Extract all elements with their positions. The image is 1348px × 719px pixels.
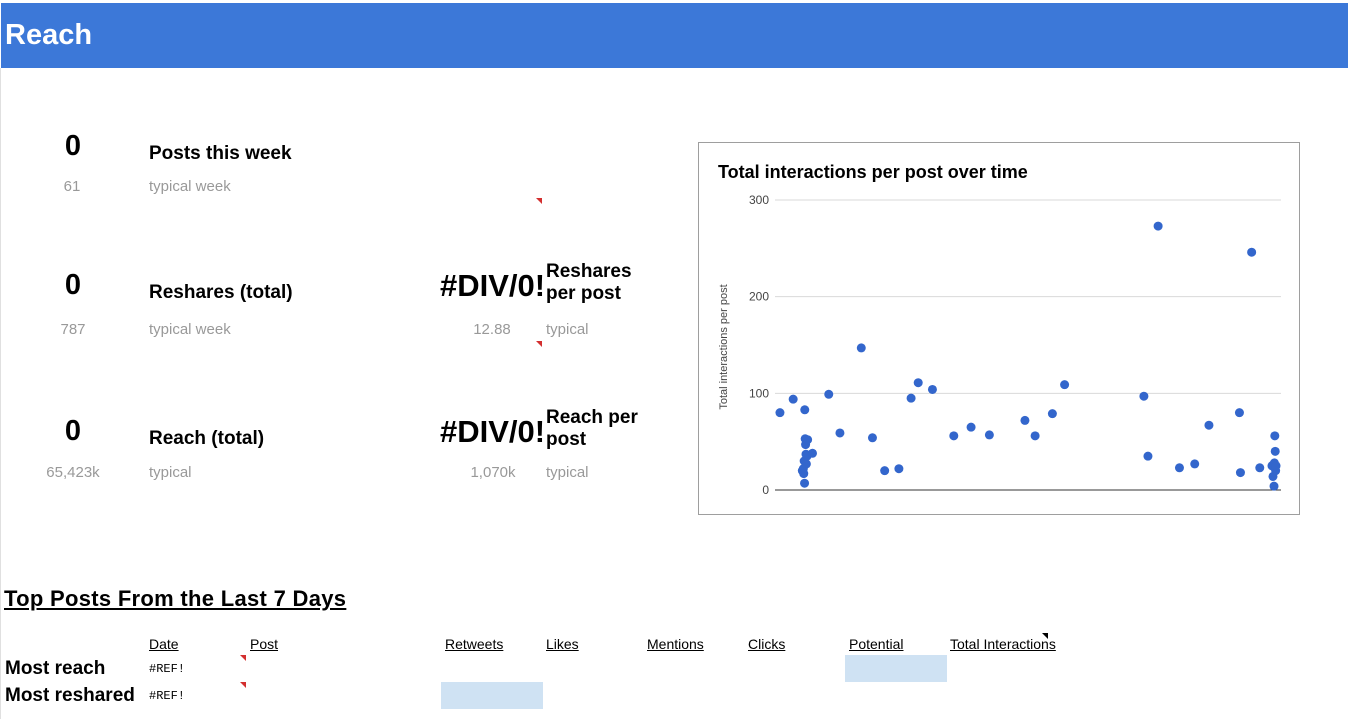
chart-point	[880, 466, 890, 476]
reshares-per-post-typical-label[interactable]: typical	[546, 321, 589, 338]
col-header-post[interactable]: Post	[250, 636, 278, 652]
posts-typical-label[interactable]: typical week	[149, 178, 231, 195]
chart-point	[856, 343, 866, 353]
highlight-cell-potential[interactable]	[845, 655, 947, 682]
chart-point	[1047, 409, 1057, 419]
scatter-chart[interactable]: Total interactions per post over time To…	[698, 142, 1300, 515]
reach-per-post-typical-value[interactable]: 1,070k	[458, 464, 528, 481]
row-label-most-reshared[interactable]: Most reshared	[5, 685, 135, 707]
col-header-potential[interactable]: Potential	[849, 636, 903, 652]
chart-title: Total interactions per post over time	[718, 162, 1028, 182]
chart-point	[1174, 463, 1184, 473]
chart-point	[1139, 391, 1149, 401]
reach-typical-label[interactable]: typical	[149, 464, 192, 481]
chart-point	[1153, 221, 1163, 231]
reshares-per-post-label[interactable]: Reshares per post	[546, 261, 666, 305]
chart-y-tick-label: 200	[749, 290, 769, 304]
chart-point	[1255, 463, 1265, 473]
chart-point	[984, 430, 994, 440]
reach-label[interactable]: Reach (total)	[149, 428, 264, 450]
chart-gridlines	[775, 199, 1281, 491]
reach-per-post-label[interactable]: Reach per post	[546, 407, 666, 451]
row-date-most-reach[interactable]: #REF!	[149, 662, 185, 676]
chart-point	[788, 394, 798, 404]
posts-typical-value[interactable]: 61	[37, 178, 107, 195]
reach-value[interactable]: 0	[43, 415, 103, 448]
chart-y-ticks: 0 100 200 300	[749, 193, 769, 497]
chart-point	[867, 433, 877, 443]
chart-y-axis-label: Total interactions per post	[718, 284, 730, 409]
reshares-per-post-value[interactable]: #DIV/0!	[440, 268, 545, 304]
reach-per-post-typical-label[interactable]: typical	[546, 464, 589, 481]
section-title[interactable]: Top Posts From the Last 7 Days	[4, 586, 346, 612]
chart-point	[800, 478, 810, 488]
chart-canvas: Total interactions per post over time To…	[718, 162, 1281, 497]
comment-marker[interactable]	[240, 655, 246, 661]
reshares-typical-label[interactable]: typical week	[149, 321, 231, 338]
left-gridline	[0, 68, 1, 719]
chart-point	[824, 389, 834, 399]
chart-point	[913, 378, 923, 388]
chart-point	[927, 384, 937, 394]
col-header-retweets[interactable]: Retweets	[445, 636, 503, 652]
chart-points	[775, 221, 1281, 491]
reshares-label[interactable]: Reshares (total)	[149, 282, 293, 304]
header-banner	[1, 3, 1348, 68]
chart-y-tick-label: 300	[749, 193, 769, 207]
chart-point	[1235, 468, 1245, 478]
chart-point	[949, 431, 959, 441]
chart-point	[775, 408, 785, 418]
reach-typical-value[interactable]: 65,423k	[38, 464, 108, 481]
posts-value[interactable]: 0	[43, 130, 103, 163]
chart-point	[835, 428, 845, 438]
comment-marker[interactable]	[240, 682, 246, 688]
row-date-most-reshared[interactable]: #REF!	[149, 689, 185, 703]
chart-point	[803, 435, 813, 445]
chart-point	[801, 459, 811, 469]
chart-point	[800, 405, 810, 415]
chart-point	[1271, 461, 1281, 471]
chart-point	[1234, 408, 1244, 418]
chart-point	[906, 393, 916, 403]
chart-point	[1190, 459, 1200, 469]
chart-point	[1269, 481, 1279, 491]
comment-marker[interactable]	[536, 341, 542, 347]
chart-point	[1270, 431, 1280, 441]
col-header-clicks[interactable]: Clicks	[748, 636, 785, 652]
col-header-date[interactable]: Date	[149, 636, 179, 652]
highlight-cell-retweets[interactable]	[441, 682, 543, 709]
chart-point	[1143, 451, 1153, 461]
row-label-most-reach[interactable]: Most reach	[5, 658, 105, 680]
reshares-typical-value[interactable]: 787	[38, 321, 108, 338]
chart-point	[1030, 431, 1040, 441]
reach-per-post-value[interactable]: #DIV/0!	[440, 414, 545, 450]
reshares-value[interactable]: 0	[43, 269, 103, 302]
chart-point	[1020, 415, 1030, 425]
chart-point	[807, 448, 817, 458]
col-header-mentions[interactable]: Mentions	[647, 636, 704, 652]
comment-marker[interactable]	[536, 198, 542, 204]
chart-y-tick-label: 0	[762, 483, 769, 497]
posts-label[interactable]: Posts this week	[149, 143, 292, 165]
col-header-total-interactions[interactable]: Total Interactions	[950, 636, 1056, 652]
chart-y-tick-label: 100	[749, 386, 769, 400]
chart-point	[1270, 446, 1280, 456]
reshares-per-post-typical-value[interactable]: 12.88	[457, 321, 527, 338]
chart-point	[966, 422, 976, 432]
chart-point	[894, 464, 904, 474]
chart-point	[1247, 247, 1257, 257]
chart-point	[1204, 420, 1214, 430]
chart-point	[799, 469, 809, 479]
comment-marker[interactable]	[1042, 633, 1048, 639]
col-header-likes[interactable]: Likes	[546, 636, 579, 652]
chart-point	[1060, 380, 1070, 390]
page-title: Reach	[5, 19, 93, 51]
